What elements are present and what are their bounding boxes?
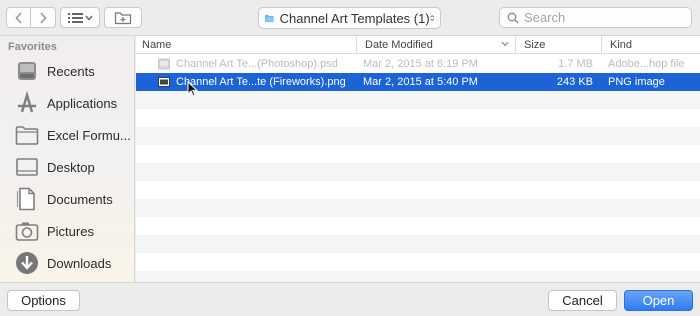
list-view-icon	[68, 12, 93, 23]
file-size: 1.7 MB	[558, 58, 593, 70]
location-label: Channel Art Templates (1)	[279, 10, 430, 26]
sidebar-item-label: Desktop	[47, 159, 95, 175]
column-header-row: Name Date Modified Size Kind	[136, 36, 700, 54]
empty-row	[136, 109, 700, 127]
back-button[interactable]	[6, 7, 31, 28]
png-file-icon	[158, 77, 170, 87]
sidebar-item-label: Applications	[47, 95, 118, 111]
psd-file-icon	[158, 58, 170, 70]
new-folder-icon	[114, 11, 132, 24]
empty-row	[136, 163, 700, 181]
file-name: Channel Art Te...(Photoshop).psd	[176, 58, 338, 70]
empty-row	[136, 253, 700, 271]
sidebar: Favorites Recents Applications Excel For…	[0, 36, 135, 282]
folder-icon	[12, 121, 42, 149]
search-input[interactable]	[524, 10, 684, 25]
column-header-kind[interactable]: Kind	[601, 36, 700, 54]
bottom-bar: Options Cancel Open	[0, 282, 700, 316]
search-field[interactable]	[499, 7, 692, 28]
sidebar-item-pictures[interactable]: Pictures	[0, 216, 134, 246]
new-folder-button[interactable]	[104, 7, 142, 28]
empty-row	[136, 235, 700, 253]
column-header-date-modified[interactable]: Date Modified	[356, 36, 515, 54]
mouse-cursor-icon	[187, 81, 198, 97]
file-kind: Adobe...hop file	[608, 58, 685, 70]
up-down-arrows-icon	[429, 15, 434, 21]
open-button[interactable]: Open	[624, 290, 693, 311]
sidebar-item-label: Pictures	[47, 223, 94, 239]
toolbar: Channel Art Templates (1)	[0, 0, 700, 36]
desktop-icon	[12, 153, 42, 181]
location-popup[interactable]: Channel Art Templates (1)	[258, 7, 441, 29]
applications-icon	[12, 89, 42, 117]
recents-icon	[12, 57, 42, 85]
column-header-label: Date Modified	[365, 39, 433, 51]
file-date: Mar 2, 2015 at 5:40 PM	[363, 76, 478, 88]
documents-icon	[12, 185, 42, 213]
file-row-selected[interactable]: Channel Art Te...te (Fireworks).png Mar …	[136, 73, 700, 91]
forward-button[interactable]	[30, 7, 56, 28]
empty-row	[136, 145, 700, 163]
file-name: Channel Art Te...te (Fireworks).png	[176, 76, 346, 88]
file-list: Name Date Modified Size Kind Channel Art…	[136, 36, 700, 282]
sidebar-item-excel-formulas[interactable]: Excel Formu...	[0, 120, 134, 150]
empty-row	[136, 91, 700, 109]
sidebar-item-label: Documents	[47, 191, 113, 207]
sidebar-item-label: Downloads	[47, 255, 112, 271]
sidebar-item-applications[interactable]: Applications	[0, 88, 134, 118]
cancel-button[interactable]: Cancel	[548, 290, 617, 311]
chevron-right-icon	[40, 11, 47, 24]
file-kind: PNG image	[608, 76, 665, 88]
column-header-size[interactable]: Size	[515, 36, 601, 54]
empty-row	[136, 127, 700, 145]
sidebar-item-label: Recents	[47, 63, 95, 79]
navigation-buttons	[6, 7, 56, 28]
downloads-icon	[12, 249, 42, 277]
empty-row	[136, 181, 700, 199]
view-options-button[interactable]	[60, 7, 100, 28]
search-icon	[507, 12, 519, 23]
file-size: 243 KB	[556, 76, 593, 88]
empty-row	[136, 217, 700, 235]
empty-row	[136, 199, 700, 217]
pictures-icon	[12, 217, 42, 245]
sidebar-item-desktop[interactable]: Desktop	[0, 152, 134, 182]
file-date: Mar 2, 2015 at 6:19 PM	[363, 58, 478, 70]
sidebar-item-documents[interactable]: Documents	[0, 184, 134, 214]
file-row: Channel Art Te...(Photoshop).psd Mar 2, …	[136, 55, 700, 73]
options-button[interactable]: Options	[7, 290, 80, 311]
sidebar-item-recents[interactable]: Recents	[0, 56, 134, 86]
sort-descending-icon	[501, 41, 509, 47]
column-header-name[interactable]: Name	[136, 36, 356, 54]
chevron-left-icon	[14, 11, 22, 24]
sidebar-header: Favorites	[8, 41, 57, 53]
sidebar-item-downloads[interactable]: Downloads	[0, 248, 134, 278]
folder-icon	[265, 14, 274, 22]
empty-row	[136, 271, 700, 282]
sidebar-item-label: Excel Formu...	[47, 127, 131, 143]
